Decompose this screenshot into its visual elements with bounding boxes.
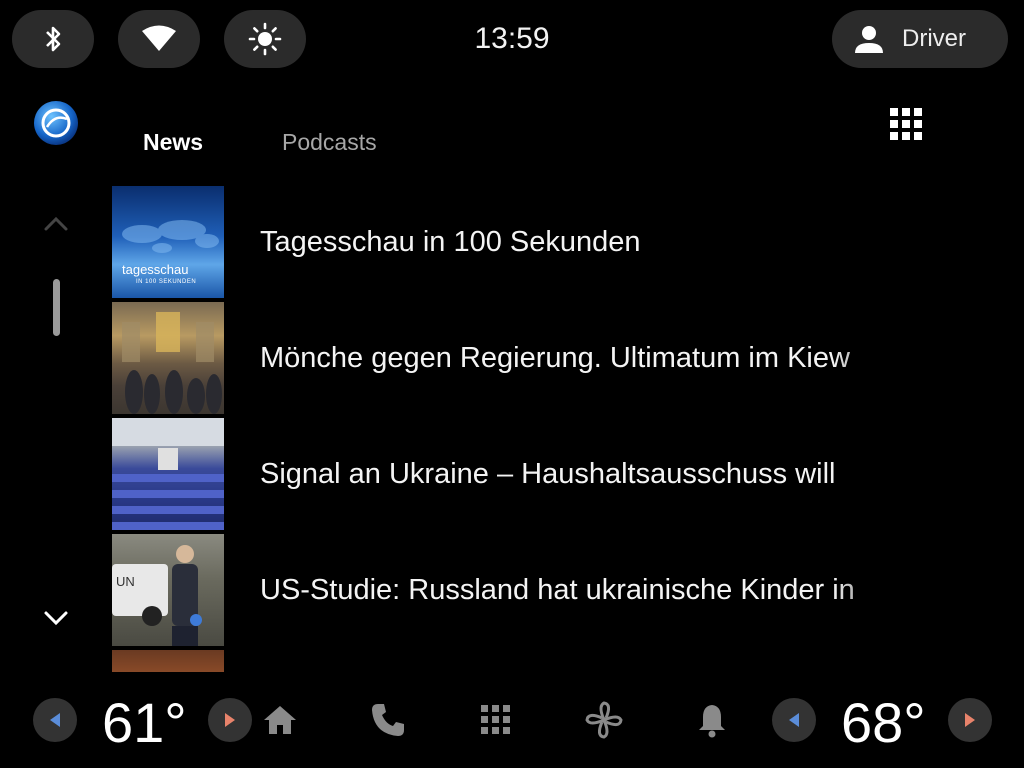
episode-thumbnail: tagesschau IN 100 SEKUNDEN: [112, 186, 224, 298]
person-icon: [855, 26, 883, 53]
thumbnail-logo-text: tagesschau: [122, 262, 189, 277]
driver-temp-up-button[interactable]: [208, 698, 252, 742]
triangle-left-icon: [50, 713, 60, 727]
scroll-up-icon[interactable]: [40, 208, 72, 240]
phone-icon[interactable]: [368, 700, 408, 740]
thumbnail-logo-subtext: IN 100 SEKUNDEN: [136, 279, 197, 285]
passenger-temp-down-button[interactable]: [772, 698, 816, 742]
episode-title: US-Studie: Russland hat ukrainische Kind…: [260, 573, 855, 606]
brightness-icon: [248, 22, 282, 56]
apps-grid-icon[interactable]: [888, 106, 924, 142]
brightness-button[interactable]: [224, 10, 306, 68]
fan-icon[interactable]: [584, 700, 624, 740]
episode-title: Signal an Ukraine – Haushaltsausschuss w…: [260, 457, 836, 490]
notifications-icon[interactable]: [692, 700, 732, 740]
bluetooth-button[interactable]: [12, 10, 94, 68]
episode-thumbnail: UN: [112, 534, 224, 646]
wifi-button[interactable]: [118, 10, 200, 68]
scrollbar-thumb[interactable]: [53, 279, 60, 336]
profile-label: Driver: [902, 25, 966, 52]
tab-news[interactable]: News: [143, 129, 203, 156]
bluetooth-icon: [46, 26, 61, 52]
scroll-down-icon[interactable]: [40, 602, 72, 634]
tagesschau-logo[interactable]: [33, 100, 79, 146]
news-list: tagesschau IN 100 SEKUNDEN Tagesschau in…: [112, 184, 912, 672]
episode-title: Mönche gegen Regierung. Ultimatum im Kie…: [260, 341, 850, 374]
episode-thumbnail: [112, 418, 224, 530]
list-item[interactable]: tagesschau IN 100 SEKUNDEN Tagesschau in…: [112, 184, 912, 300]
driver-temperature[interactable]: 61°: [102, 690, 187, 755]
tab-podcasts[interactable]: Podcasts: [282, 129, 377, 156]
home-icon[interactable]: [260, 700, 300, 740]
svg-text:UN: UN: [116, 574, 135, 589]
list-item[interactable]: Mönche gegen Regierung. Ultimatum im Kie…: [112, 300, 912, 416]
triangle-left-icon: [789, 713, 799, 727]
wifi-icon: [142, 25, 176, 51]
episode-title: Tagesschau in 100 Sekunden: [260, 225, 641, 258]
episode-thumbnail: [112, 650, 224, 672]
apps-icon[interactable]: [476, 700, 516, 740]
passenger-temp-up-button[interactable]: [948, 698, 992, 742]
profile-button[interactable]: Driver: [832, 10, 1008, 68]
list-item[interactable]: UN US-Studie: Russland hat ukrainische K…: [112, 532, 912, 648]
list-item[interactable]: Signal an Ukraine – Haushaltsausschuss w…: [112, 416, 912, 532]
episode-thumbnail: [112, 302, 224, 414]
list-item[interactable]: [112, 648, 912, 672]
driver-temp-down-button[interactable]: [33, 698, 77, 742]
triangle-right-icon: [225, 713, 235, 727]
triangle-right-icon: [965, 713, 975, 727]
passenger-temperature[interactable]: 68°: [841, 690, 926, 755]
